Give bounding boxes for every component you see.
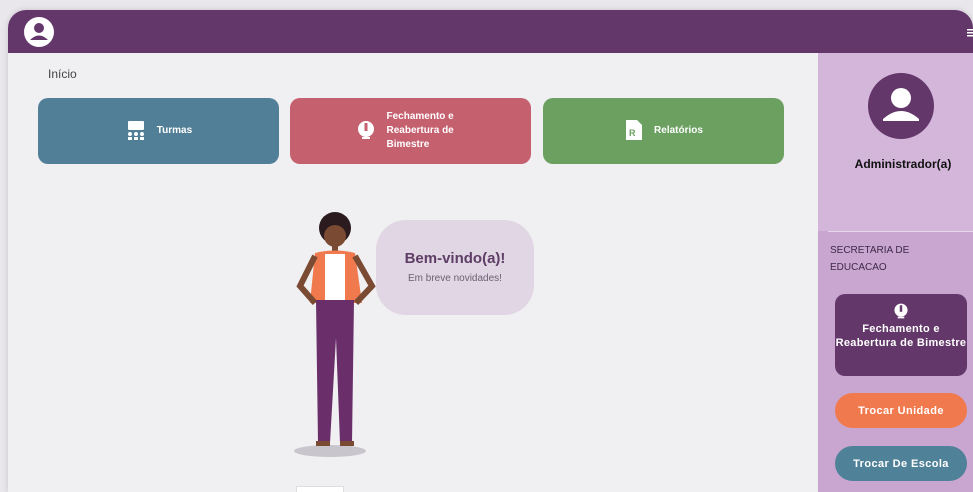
- fechamento-button[interactable]: Fechamento e Reabertura de Bimestre: [835, 294, 967, 376]
- monitor-icon: [355, 119, 377, 144]
- welcome-title: Bem-vindo(a)!: [404, 250, 506, 267]
- trocar-escola-button[interactable]: Trocar De Escola: [835, 446, 967, 481]
- report-icon: R: [624, 119, 644, 144]
- welcome-subtitle: Em breve novidades!: [408, 273, 502, 284]
- role-label: Administrador(a): [854, 157, 952, 171]
- relatorios-tile[interactable]: R Relatórios: [543, 98, 784, 164]
- trocar-unidade-button[interactable]: Trocar Unidade: [835, 393, 967, 428]
- classroom-icon: [125, 119, 147, 144]
- profile-panel: Administrador(a): [818, 53, 973, 231]
- divider: [828, 231, 973, 232]
- user-circle-icon[interactable]: [24, 17, 54, 47]
- app-window: Início Turmas Fechamento e Reabertura de: [8, 10, 973, 492]
- avatar: [868, 73, 934, 139]
- welcome-illustration: [294, 212, 376, 457]
- relatorios-label: Relatórios: [654, 125, 703, 136]
- svg-text:R: R: [629, 128, 636, 138]
- top-bar: [8, 10, 973, 53]
- school-name: SECRETARIA DE EDUCACAO: [830, 245, 910, 273]
- fechamento-tile[interactable]: Fechamento e Reabertura de Bimestre: [290, 98, 531, 164]
- hamburger-icon[interactable]: [967, 26, 973, 38]
- turmas-label: Turmas: [156, 125, 193, 136]
- fechamento-label: Fechamento e Reabertura de Bimestre: [386, 111, 454, 150]
- breadcrumb: Início: [48, 67, 77, 81]
- sidebar: Administrador(a) SECRETARIA DE EDUCACAO …: [818, 53, 973, 492]
- main-content: Início Turmas Fechamento e Reabertura de: [8, 53, 818, 492]
- monitor-icon: [835, 302, 967, 320]
- user-icon: [883, 88, 919, 121]
- fechamento-button-label: Fechamento e Reabertura de Bimestre: [835, 323, 967, 349]
- welcome-bubble: Bem-vindo(a)! Em breve novidades!: [376, 220, 534, 315]
- turmas-tile[interactable]: Turmas: [38, 98, 279, 164]
- illustration-tag: [296, 486, 344, 492]
